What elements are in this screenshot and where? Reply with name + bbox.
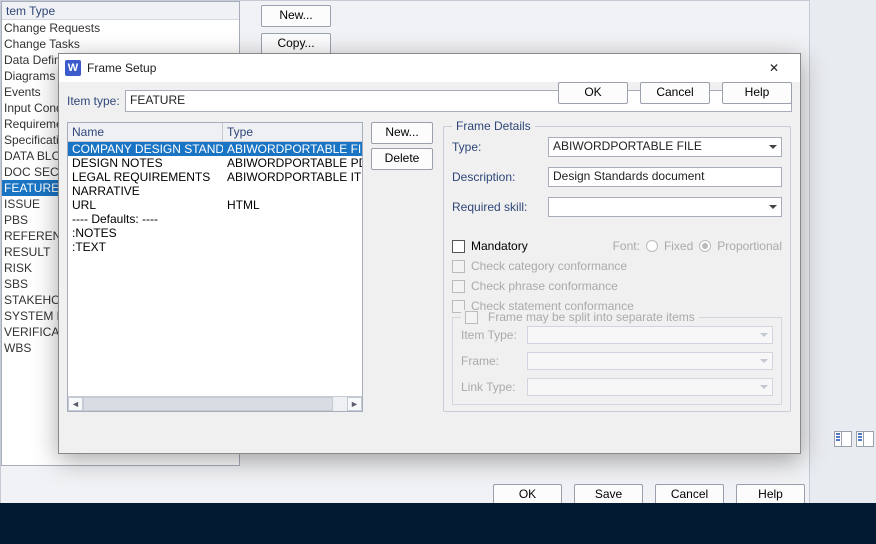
cancel-button[interactable]: Cancel: [640, 82, 710, 104]
sub-frame-label: Frame:: [461, 354, 527, 368]
copy-button[interactable]: Copy...: [261, 33, 331, 55]
font-proportional-label: Proportional: [717, 239, 782, 253]
h-scrollbar[interactable]: ◄ ►: [68, 396, 362, 411]
new-button[interactable]: New...: [261, 5, 331, 27]
sidebar-item[interactable]: Change Tasks: [2, 36, 239, 52]
app-icon: W: [65, 60, 81, 76]
sub-item-type-label: Item Type:: [461, 328, 527, 342]
table-row[interactable]: URLHTML: [68, 198, 362, 212]
dialog-title: Frame Setup: [87, 61, 754, 75]
help-button[interactable]: Help: [722, 82, 792, 104]
ok-button[interactable]: OK: [558, 82, 628, 104]
description-input[interactable]: Design Standards document: [548, 167, 782, 187]
cell-name: NARRATIVE: [68, 184, 223, 198]
tray-icons: [834, 431, 874, 447]
grid-header: Name Type: [68, 123, 362, 142]
close-button[interactable]: ✕: [754, 55, 794, 81]
frames-grid[interactable]: Name Type COMPANY DESIGN STANDARDABIWORD…: [67, 122, 363, 412]
table-row[interactable]: DESIGN NOTESABIWORDPORTABLE PDB: [68, 156, 362, 170]
close-icon: ✕: [769, 61, 779, 75]
table-row[interactable]: LEGAL REQUIREMENTSABIWORDPORTABLE ITEM I: [68, 170, 362, 184]
font-fixed-label: Fixed: [664, 239, 693, 253]
titlebar[interactable]: W Frame Setup ✕: [59, 54, 800, 82]
sidebar-item[interactable]: Change Requests: [2, 20, 239, 36]
cell-type: HTML: [223, 198, 362, 212]
table-row[interactable]: COMPANY DESIGN STANDARDABIWORDPORTABLE F…: [68, 142, 362, 156]
check-phrase-checkbox: [452, 280, 465, 293]
sub-link-type-label: Link Type:: [461, 380, 527, 394]
sub-item-type-select: [527, 326, 773, 344]
col-type[interactable]: Type: [223, 123, 362, 141]
cell-type: ABIWORDPORTABLE FILE: [223, 142, 362, 156]
font-proportional-radio: [699, 240, 711, 252]
check-phrase-label: Check phrase conformance: [471, 279, 618, 293]
cell-name: DESIGN NOTES: [68, 156, 223, 170]
delete-frame-button[interactable]: Delete: [371, 148, 433, 170]
check-category-checkbox: [452, 260, 465, 273]
table-row[interactable]: ---- Defaults: ----: [68, 212, 362, 226]
mandatory-label: Mandatory: [471, 239, 528, 253]
frame-details-legend: Frame Details: [452, 119, 535, 133]
cell-name: LEGAL REQUIREMENTS: [68, 170, 223, 184]
cell-name: ---- Defaults: ----: [68, 212, 223, 226]
tray-icon[interactable]: [856, 431, 874, 447]
sub-link-type-select: [527, 378, 773, 396]
table-row[interactable]: :TEXT: [68, 240, 362, 254]
description-label: Description:: [452, 170, 548, 184]
item-type-header: tem Type: [2, 2, 239, 20]
cell-name: URL: [68, 198, 223, 212]
frame-setup-dialog: W Frame Setup ✕ Item type: FEATURE Name …: [58, 53, 801, 454]
mandatory-checkbox[interactable]: [452, 240, 465, 253]
check-category-label: Check category conformance: [471, 259, 627, 273]
type-label: Type:: [452, 140, 548, 154]
cell-type: [223, 184, 362, 198]
sub-frame-select: [527, 352, 773, 370]
scroll-thumb[interactable]: [83, 397, 333, 411]
scroll-right-icon[interactable]: ►: [347, 397, 362, 411]
tray-icon[interactable]: [834, 431, 852, 447]
table-row[interactable]: :NOTES: [68, 226, 362, 240]
item-type-label: Item type:: [67, 94, 125, 108]
cell-name: :NOTES: [68, 226, 223, 240]
cell-type: ABIWORDPORTABLE ITEM I: [223, 170, 362, 184]
cell-name: :TEXT: [68, 240, 223, 254]
taskbar[interactable]: [0, 503, 876, 544]
table-row[interactable]: NARRATIVE: [68, 184, 362, 198]
font-label: Font:: [613, 239, 640, 253]
cell-type: ABIWORDPORTABLE PDB: [223, 156, 362, 170]
cell-type: [223, 226, 362, 240]
cell-type: [223, 240, 362, 254]
split-frame-group: Frame may be split into separate items I…: [452, 317, 782, 405]
required-skill-select[interactable]: [548, 197, 782, 217]
type-select[interactable]: ABIWORDPORTABLE FILE: [548, 137, 782, 157]
cell-type: [223, 212, 362, 226]
col-name[interactable]: Name: [68, 123, 223, 141]
font-fixed-radio: [646, 240, 658, 252]
split-frame-checkbox: [465, 311, 478, 324]
cell-name: COMPANY DESIGN STANDARD: [68, 142, 223, 156]
split-frame-legend: Frame may be split into separate items: [488, 310, 695, 324]
new-frame-button[interactable]: New...: [371, 122, 433, 144]
frame-details-group: Frame Details Type: ABIWORDPORTABLE FILE…: [443, 126, 791, 412]
required-skill-label: Required skill:: [452, 200, 548, 214]
scroll-left-icon[interactable]: ◄: [68, 397, 83, 411]
